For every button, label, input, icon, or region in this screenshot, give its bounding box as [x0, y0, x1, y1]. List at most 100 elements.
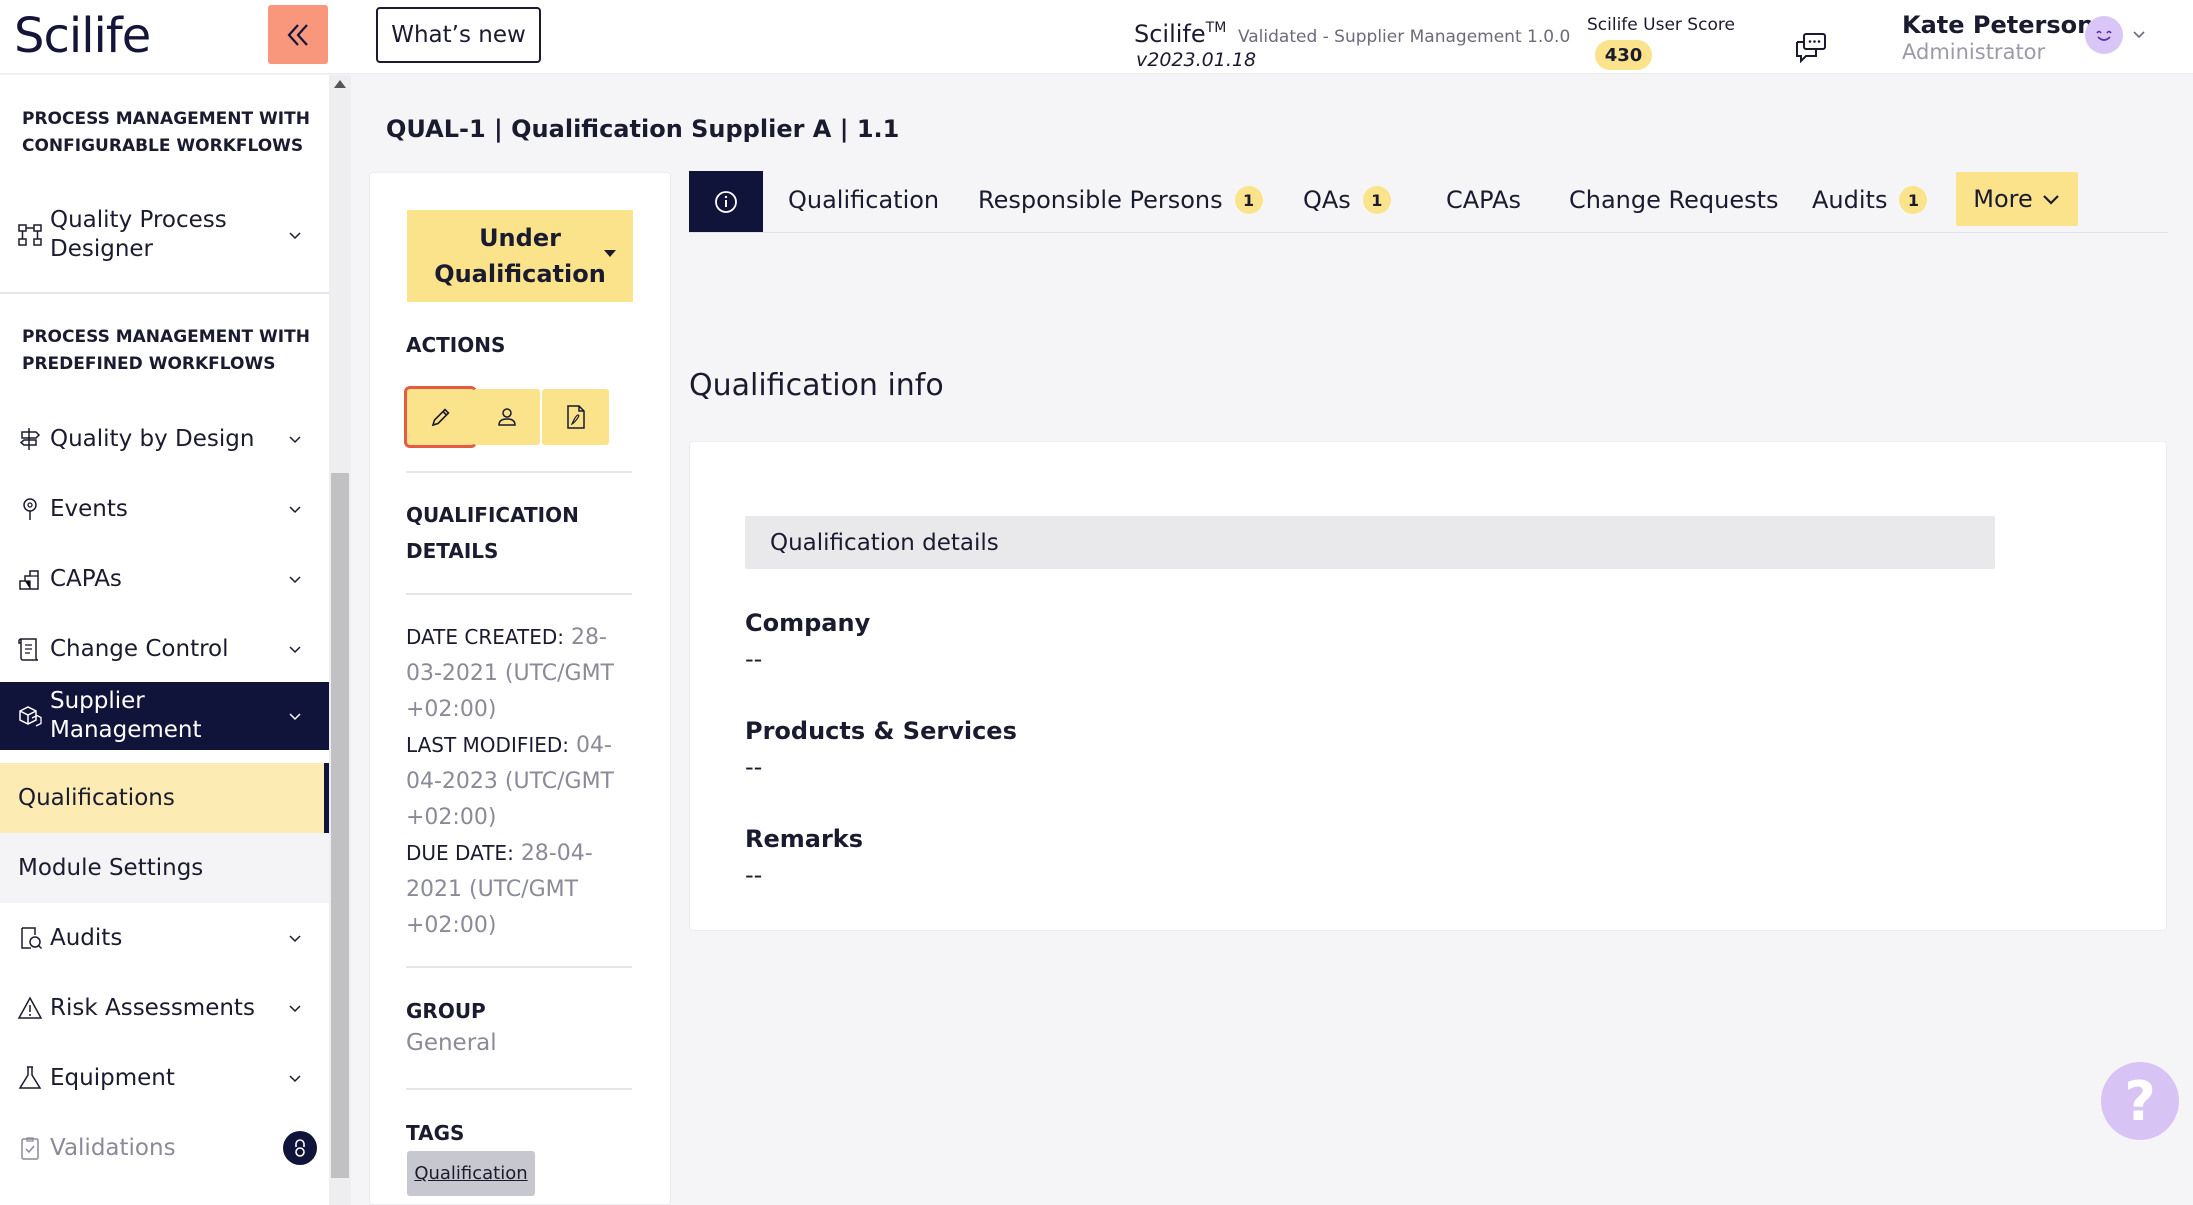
user-score-badge[interactable]: 430	[1595, 40, 1652, 70]
sidebar-item-label: Change Control	[50, 635, 229, 662]
scroll-icon	[18, 638, 39, 661]
location-pin-icon	[23, 498, 37, 520]
tab-capas[interactable]: CAPAs	[1446, 186, 1521, 214]
due-date-label: DUE DATE:	[406, 841, 514, 865]
group-heading: GROUP	[406, 999, 486, 1023]
chevron-down-icon	[289, 506, 301, 514]
warning-triangle-icon	[17, 996, 43, 1019]
collapse-sidebar-button[interactable]	[268, 5, 328, 64]
avatar[interactable]	[2085, 16, 2123, 54]
sidebar-item-label: Supplier Management	[50, 688, 202, 743]
tab-label: QAs	[1303, 186, 1351, 214]
chevron-down-icon	[289, 713, 301, 721]
app-version: v2023.01.18	[1136, 49, 1257, 71]
sidebar-item-capas[interactable]: CAPAs	[0, 545, 329, 613]
clipboard-check-icon	[21, 1137, 39, 1160]
sidebar-item-label: CAPAs	[50, 565, 122, 592]
tags-heading: TAGS	[406, 1121, 465, 1145]
sidebar-item-label: Equipment	[50, 1064, 175, 1091]
tab-audits[interactable]: Audits 1	[1812, 186, 1928, 214]
divider	[406, 593, 632, 595]
count-badge: 1	[1362, 186, 1391, 214]
pencil-icon	[431, 408, 450, 427]
sidebar-item-label: Risk Assessments	[50, 994, 255, 1021]
sidebar-item-events[interactable]: Events	[0, 475, 329, 543]
chevron-down-icon	[289, 1005, 301, 1013]
chevron-down-icon	[289, 576, 301, 584]
status-dropdown[interactable]: Under Qualification	[407, 210, 633, 302]
user-role: Administrator	[1902, 40, 2046, 64]
caret-down-icon[interactable]	[604, 250, 616, 257]
qualification-details-heading: QUALIFICATION DETAILS	[406, 503, 579, 563]
sidebar-item-audits[interactable]: Audits	[0, 904, 329, 972]
app-title: ScilifeTM Validated - Supplier Managemen…	[1134, 20, 1570, 48]
date-created: DATE CREATED: 28-03-2021 (UTC/GMT +02:00…	[406, 619, 636, 728]
chevron-down-icon	[2042, 195, 2059, 205]
divider	[406, 471, 632, 473]
tab-info[interactable]	[689, 171, 763, 232]
lock-badge	[283, 1131, 317, 1165]
audit-search-icon	[21, 927, 43, 950]
sidebar-item-change-control[interactable]: Change Control	[0, 615, 329, 683]
tab-label: Qualification	[788, 186, 940, 214]
sidebar-item-validations[interactable]: Validations	[0, 1114, 329, 1182]
sidebar-subitem-qualifications[interactable]: Qualifications	[0, 763, 329, 833]
chevron-down-icon	[289, 232, 301, 240]
qualification-info-card	[689, 441, 2167, 931]
sidebar-item-quality-by-design[interactable]: Quality by Design	[0, 405, 329, 473]
due-date: DUE DATE: 28-04-2021 (UTC/GMT +02:00)	[406, 835, 636, 944]
divider	[0, 292, 329, 294]
divider	[406, 966, 632, 968]
chevron-down-icon	[289, 1075, 301, 1083]
tab-responsible-persons[interactable]: Responsible Persons 1	[978, 186, 1263, 214]
flask-icon	[18, 1066, 42, 1089]
tabs-divider	[689, 232, 2168, 233]
pdf-file-icon	[566, 405, 585, 429]
company-value: --	[745, 645, 763, 673]
products-services-label: Products & Services	[745, 717, 1017, 745]
sidebar-item-quality-process-designer[interactable]: Quality Process Designer	[0, 194, 329, 276]
qualification-info-heading: Qualification info	[689, 368, 944, 403]
export-pdf-button[interactable]	[542, 389, 609, 445]
sidebar-item-supplier-management[interactable]: Supplier Management	[0, 682, 329, 750]
feedback-chat-icon[interactable]	[1794, 31, 1828, 63]
chevron-down-icon	[289, 646, 301, 654]
scroll-up-arrow-icon[interactable]	[334, 80, 346, 88]
scilife-logo[interactable]: Scilife	[14, 8, 151, 64]
sidebar-item-label: Quality by Design	[50, 425, 255, 452]
sidebar: PROCESS MANAGEMENT WITH CONFIGURABLE WOR…	[0, 75, 329, 1205]
tab-qualification[interactable]: Qualification	[788, 186, 939, 214]
count-badge: 1	[1899, 186, 1928, 214]
page-title: QUAL-1 | Qualification Supplier A | 1.1	[386, 115, 900, 143]
divider	[406, 1088, 632, 1090]
sidebar-item-label: Events	[50, 495, 128, 522]
sidebar-item-equipment[interactable]: Equipment	[0, 1044, 329, 1112]
tab-label: Audits	[1812, 186, 1888, 214]
sidebar-scrollbar[interactable]	[329, 75, 351, 1205]
tab-change-requests[interactable]: Change Requests	[1569, 186, 1779, 214]
assign-user-button[interactable]	[473, 389, 540, 445]
workflow-icon	[18, 224, 42, 246]
sidebar-subitem-module-settings[interactable]: Module Settings	[0, 833, 329, 903]
section-predefined-workflows: PROCESS MANAGEMENT WITH PREDEFINED WORKF…	[22, 327, 310, 374]
sidebar-item-risk-assessments[interactable]: Risk Assessments	[0, 974, 329, 1042]
tab-label: Responsible Persons	[978, 186, 1223, 214]
tab-qas[interactable]: QAs 1	[1303, 186, 1391, 214]
chevron-down-icon	[289, 935, 301, 943]
chevron-down-icon[interactable]	[2131, 26, 2147, 42]
whats-new-button[interactable]: What’s new	[376, 7, 541, 63]
scrollbar-thumb[interactable]	[331, 473, 349, 1178]
user-icon	[497, 408, 516, 426]
remarks-label: Remarks	[745, 825, 864, 853]
help-button[interactable]: ?	[2101, 1062, 2179, 1140]
tag-chip[interactable]: Qualification	[407, 1151, 535, 1196]
actions-heading: ACTIONS	[406, 333, 506, 357]
sidebar-item-label: Quality Process Designer	[50, 207, 227, 262]
info-icon	[715, 190, 737, 213]
user-name[interactable]: Kate Peterson	[1902, 11, 2094, 39]
sidebar-item-label: Audits	[50, 924, 123, 951]
qualification-details-subheader: Qualification details	[745, 516, 1995, 569]
signpost-icon	[19, 428, 41, 450]
edit-button[interactable]	[407, 389, 474, 445]
more-tabs-button[interactable]: More	[1956, 172, 2078, 226]
